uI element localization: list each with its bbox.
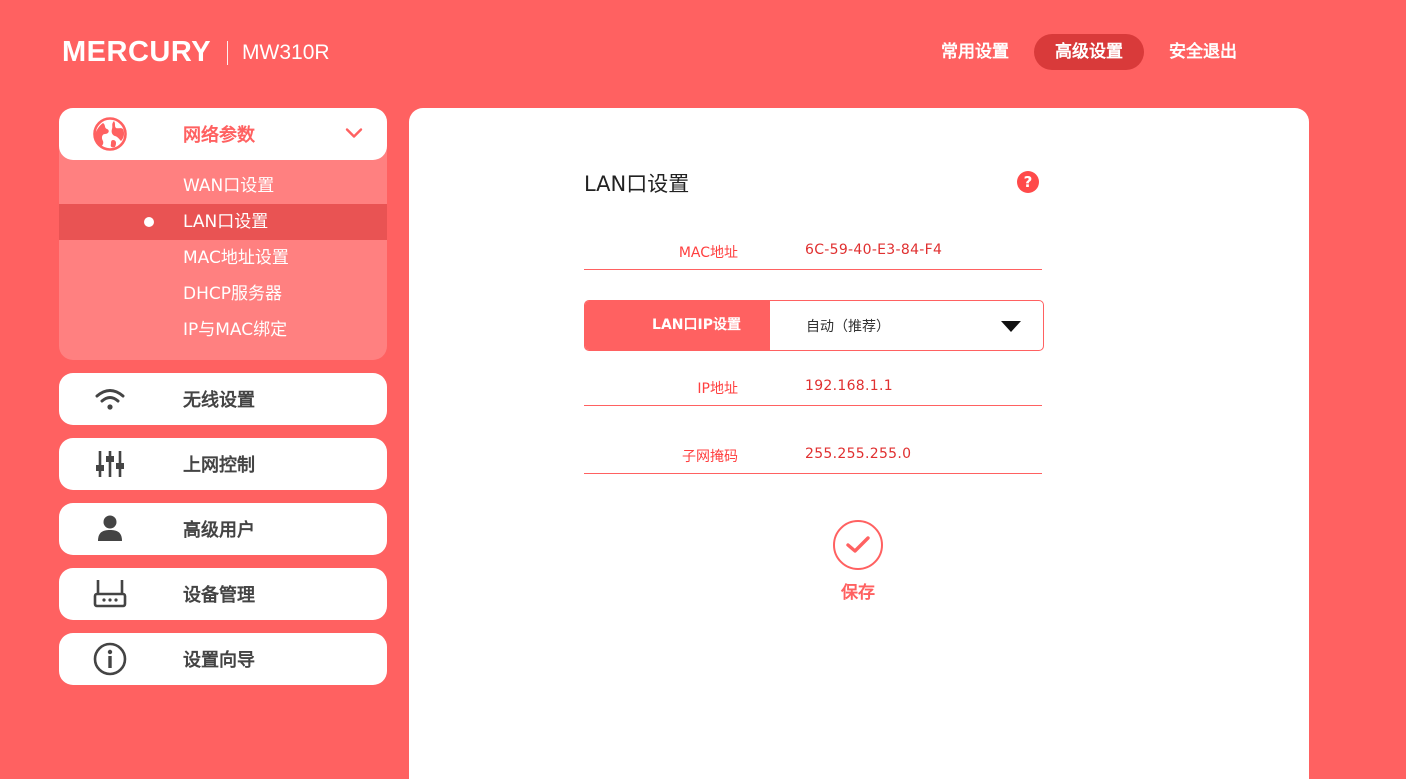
subnet-mask-value: 255.255.255.0 (805, 446, 912, 462)
sliders-icon (92, 446, 128, 482)
help-icon[interactable]: ? (1017, 171, 1039, 193)
sidebar-item-label: 设置向导 (183, 650, 255, 671)
lan-ip-setting-label: LAN口IP设置 (585, 301, 770, 350)
submenu: WAN口设置 LAN口设置 MAC地址设置 DHCP服务器 IP与MAC绑定 (59, 160, 387, 348)
model-name: MW310R (242, 40, 330, 64)
check-icon (833, 520, 883, 570)
submenu-item-wan[interactable]: WAN口设置 (59, 168, 387, 204)
submenu-item-lan[interactable]: LAN口设置 (59, 204, 387, 240)
sidebar-item-device-management[interactable]: 设备管理 (59, 568, 387, 620)
logo: MERCURY (62, 36, 212, 68)
lan-ip-setting-row: LAN口IP设置 自动（推荐） (584, 300, 1044, 351)
sidebar-item-label: 网络参数 (183, 125, 255, 146)
wifi-icon (92, 381, 128, 417)
globe-icon (92, 116, 128, 152)
ip-address-row: IP地址 192.168.1.1 (584, 370, 1042, 406)
user-icon (92, 511, 128, 547)
sidebar-item-label: 无线设置 (183, 390, 255, 411)
submenu-item-ip-mac-binding[interactable]: IP与MAC绑定 (59, 312, 387, 348)
router-icon (92, 576, 128, 612)
sidebar-item-label: 上网控制 (183, 455, 255, 476)
brand: MERCURY MW310R (62, 36, 330, 69)
sidebar-item-network-params[interactable]: 网络参数 (59, 108, 387, 160)
lan-ip-setting-select[interactable]: 自动（推荐） (770, 301, 1043, 350)
nav-logout[interactable]: 安全退出 (1148, 34, 1258, 70)
save-button[interactable]: 保存 (833, 520, 883, 603)
subnet-mask-row: 子网掩码 255.255.255.0 (584, 438, 1042, 474)
ip-address-value: 192.168.1.1 (805, 378, 893, 394)
submenu-item-mac[interactable]: MAC地址设置 (59, 240, 387, 276)
brand-divider (227, 40, 229, 65)
sidebar-item-setup-wizard[interactable]: 设置向导 (59, 633, 387, 685)
nav-advanced-settings[interactable]: 高级设置 (1034, 34, 1144, 70)
sidebar-item-label: 高级用户 (183, 520, 255, 541)
sidebar: 网络参数 WAN口设置 LAN口设置 MAC地址设置 DHCP服务器 IP与MA… (59, 108, 387, 698)
sidebar-item-label: 设备管理 (183, 585, 255, 606)
ip-address-label: IP地址 (697, 381, 738, 397)
nav-common-settings[interactable]: 常用设置 (920, 34, 1030, 70)
subnet-mask-label: 子网掩码 (682, 449, 738, 465)
sidebar-item-advanced-user[interactable]: 高级用户 (59, 503, 387, 555)
info-icon (92, 641, 128, 677)
mac-address-row: MAC地址 6C-59-40-E3-84-F4 (584, 234, 1042, 270)
main-panel: LAN口设置 ? MAC地址 6C-59-40-E3-84-F4 LAN口IP设… (409, 108, 1309, 779)
top-nav: 常用设置 高级设置 安全退出 (920, 34, 1262, 70)
sidebar-item-access-control[interactable]: 上网控制 (59, 438, 387, 490)
sidebar-item-wireless[interactable]: 无线设置 (59, 373, 387, 425)
save-label: 保存 (841, 583, 875, 603)
dropdown-arrow-icon (1001, 321, 1021, 332)
mac-address-label: MAC地址 (678, 245, 738, 261)
page-title: LAN口设置 (584, 172, 690, 196)
lan-ip-setting-value: 自动（推荐） (806, 319, 890, 335)
sidebar-group-network: 网络参数 WAN口设置 LAN口设置 MAC地址设置 DHCP服务器 IP与MA… (59, 108, 387, 360)
mac-address-value: 6C-59-40-E3-84-F4 (805, 242, 943, 258)
submenu-item-dhcp[interactable]: DHCP服务器 (59, 276, 387, 312)
chevron-down-icon (345, 125, 363, 144)
